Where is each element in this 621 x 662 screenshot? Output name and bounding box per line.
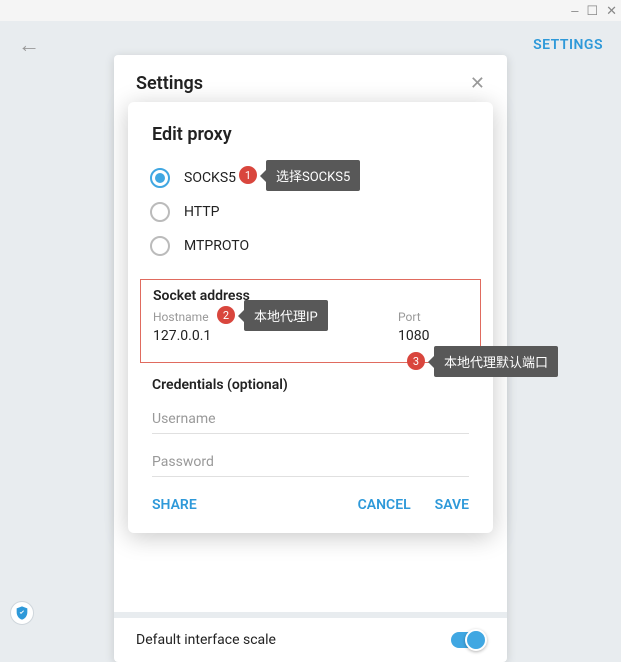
- settings-link[interactable]: SETTINGS: [533, 37, 603, 53]
- close-window-button[interactable]: ✕: [606, 4, 617, 17]
- radio-label: SOCKS5: [184, 170, 236, 186]
- radio-mtproto[interactable]: MTPROTO: [150, 229, 471, 263]
- username-input[interactable]: [152, 405, 469, 434]
- window-titlebar: – ☐ ✕: [0, 0, 621, 21]
- modal-actions: SHARE CANCEL SAVE: [128, 477, 493, 521]
- port-field[interactable]: Port 1080: [398, 310, 468, 348]
- share-button[interactable]: SHARE: [152, 497, 197, 513]
- radio-icon: [150, 202, 170, 222]
- annotation-badge-3: 3: [407, 352, 425, 370]
- modal-title: Edit proxy: [128, 102, 493, 161]
- interface-scale-row: Default interface scale: [114, 612, 507, 662]
- scale-toggle[interactable]: [451, 632, 485, 648]
- credentials-title: Credentials (optional): [152, 377, 469, 393]
- radio-label: MTPROTO: [184, 238, 249, 254]
- maximize-button[interactable]: ☐: [586, 4, 598, 17]
- port-label: Port: [398, 310, 468, 324]
- close-settings-button[interactable]: ✕: [470, 73, 485, 94]
- annotation-tooltip-1: 选择SOCKS5: [266, 160, 360, 191]
- annotation-tooltip-3: 本地代理默认端口: [434, 346, 558, 377]
- credentials-section: Credentials (optional): [128, 377, 493, 477]
- shield-badge-icon: [10, 601, 34, 625]
- cancel-button[interactable]: CANCEL: [358, 497, 411, 513]
- radio-http[interactable]: HTTP: [150, 195, 471, 229]
- save-button[interactable]: SAVE: [435, 497, 469, 513]
- settings-title: Settings: [136, 73, 203, 94]
- annotation-badge-2: 2: [217, 306, 235, 324]
- password-input[interactable]: [152, 448, 469, 477]
- port-value: 1080: [398, 326, 468, 348]
- minimize-button[interactable]: –: [571, 4, 578, 17]
- radio-label: HTTP: [184, 204, 219, 220]
- back-arrow-icon[interactable]: ←: [18, 32, 40, 58]
- annotation-tooltip-2: 本地代理IP: [244, 300, 328, 331]
- radio-icon: [150, 236, 170, 256]
- scale-label: Default interface scale: [136, 632, 276, 648]
- radio-icon: [150, 168, 170, 188]
- annotation-badge-1: 1: [239, 166, 257, 184]
